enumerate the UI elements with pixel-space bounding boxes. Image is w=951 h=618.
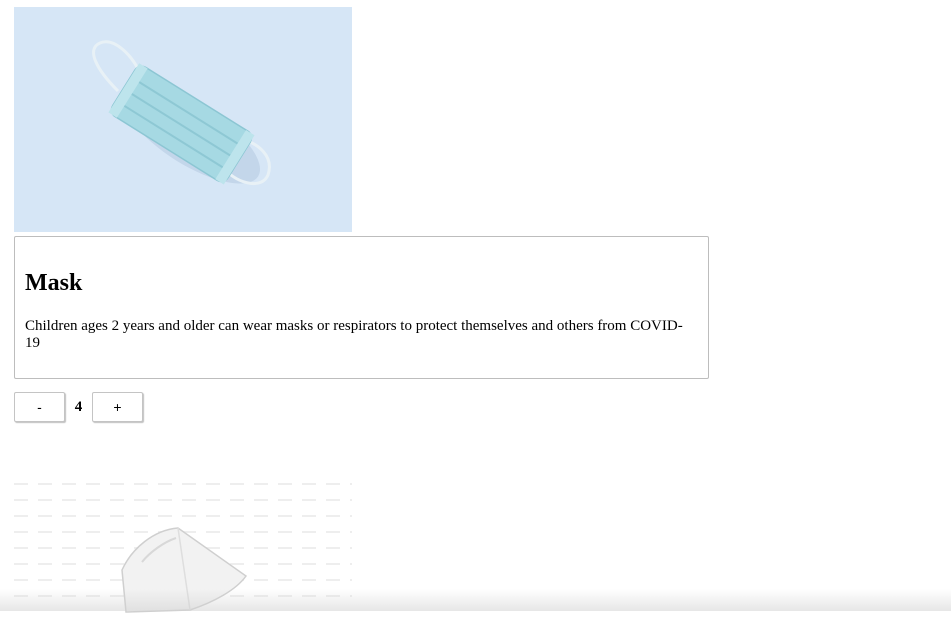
surgical-mask-icon — [14, 7, 352, 232]
increment-button[interactable]: + — [92, 392, 143, 422]
quantity-stepper: - 4 + — [14, 392, 143, 422]
product-description: Children ages 2 years and older can wear… — [25, 318, 695, 352]
product-info-box: Mask Children ages 2 years and older can… — [14, 236, 709, 379]
decrement-button[interactable]: - — [14, 392, 65, 422]
respirator-mask-icon — [14, 478, 352, 618]
product-card: Mask Children ages 2 years and older can… — [14, 7, 352, 232]
respirator-mask-image — [14, 478, 352, 618]
product-card — [14, 478, 352, 618]
product-title: Mask — [25, 269, 82, 297]
surgical-mask-image — [14, 7, 352, 232]
quantity-value: 4 — [65, 399, 92, 416]
